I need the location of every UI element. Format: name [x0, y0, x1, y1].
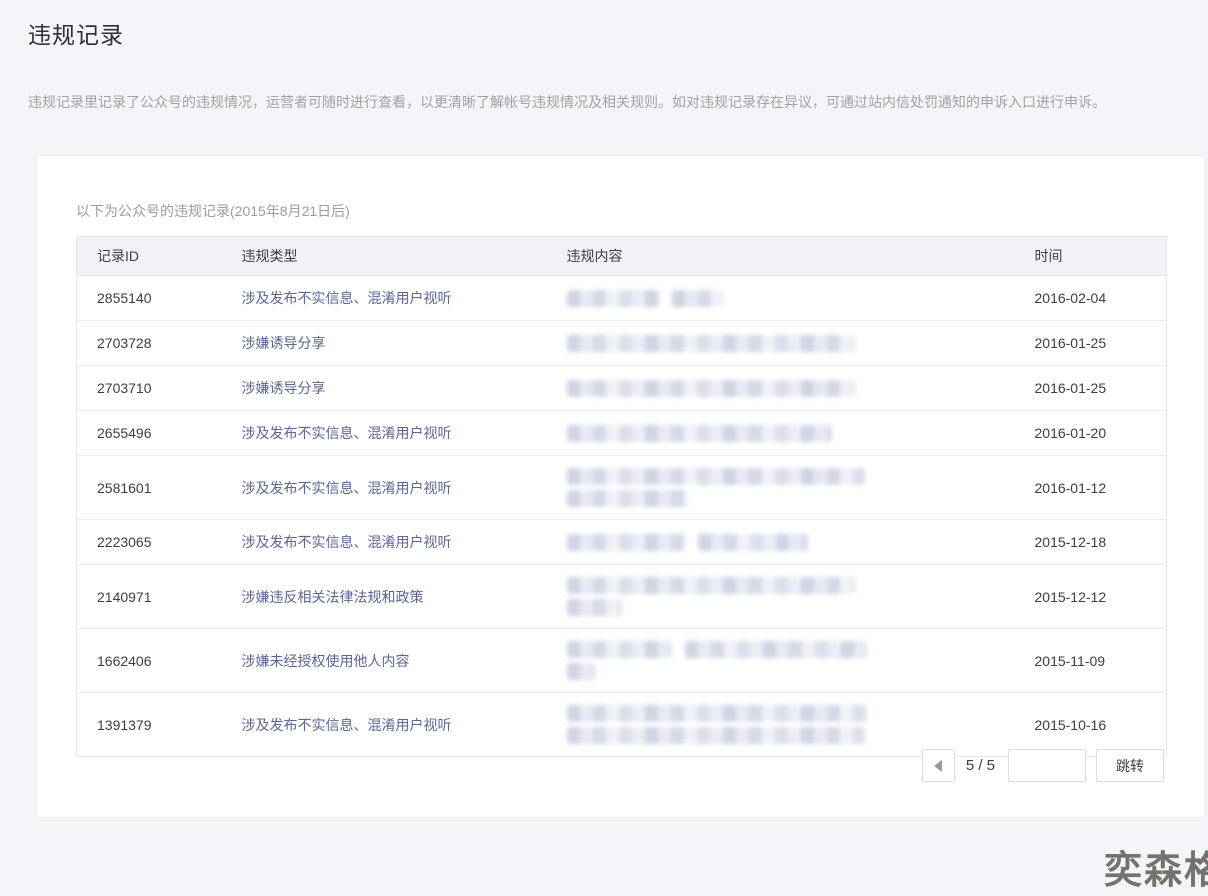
redacted-content-line: [567, 335, 1005, 352]
record-id: 2655496: [77, 411, 222, 456]
redacted-content-segment: [567, 577, 855, 594]
violation-type-link[interactable]: 涉及发布不实信息、混淆用户视听: [242, 480, 452, 496]
watermark-logo: 奕森格: [1104, 839, 1208, 894]
violation-date: 2016-01-25: [1015, 321, 1167, 366]
violation-content-cell: [547, 411, 1015, 456]
violation-records-card: 以下为公众号的违规记录(2015年8月21日后) 记录ID 违规类型 违规内容 …: [36, 155, 1206, 818]
redacted-content-line: [567, 641, 1005, 658]
table-row: 2655496 涉及发布不实信息、混淆用户视听 2016-01-20: [77, 411, 1167, 456]
violation-content-cell: [547, 276, 1015, 321]
table-row: 2223065 涉及发布不实信息、混淆用户视听 2015-12-18: [77, 520, 1167, 565]
page-description: 违规记录里记录了公众号的违规情况，运营者可随时进行查看，以更清晰了解帐号违规情况…: [28, 92, 1180, 112]
record-id: 2140971: [77, 565, 222, 629]
violation-content-cell: [547, 321, 1015, 366]
redacted-content-segment: [567, 335, 855, 352]
redacted-content-segment: [698, 534, 808, 551]
redacted-content-segment: [567, 490, 687, 507]
violation-content-cell: [547, 456, 1015, 520]
page-title: 违规记录: [28, 16, 1180, 50]
column-header-violation-content: 违规内容: [547, 237, 1015, 276]
table-row: 2140971 涉嫌违反相关法律法规和政策 2015-12-12: [77, 565, 1167, 629]
record-id: 1391379: [77, 693, 222, 757]
previous-page-button[interactable]: [922, 749, 955, 782]
table-row: 1662406 涉嫌未经授权使用他人内容 2015-11-09: [77, 629, 1167, 693]
redacted-content-segment: [567, 290, 659, 307]
redacted-content-segment: [567, 425, 832, 442]
redacted-content-segment: [672, 290, 724, 307]
table-row: 1391379 涉及发布不实信息、混淆用户视听 2015-10-16: [77, 693, 1167, 757]
redacted-content-segment: [567, 663, 595, 680]
table-row: 2581601 涉及发布不实信息、混淆用户视听 2016-01-12: [77, 456, 1167, 520]
table-row: 2703710 涉嫌诱导分享 2016-01-25: [77, 366, 1167, 411]
redacted-content-segment: [685, 641, 867, 658]
redacted-content-segment: [567, 641, 672, 658]
violation-date: 2016-02-04: [1015, 276, 1167, 321]
violation-type-link[interactable]: 涉及发布不实信息、混淆用户视听: [242, 425, 452, 441]
redacted-content-segment: [567, 705, 867, 722]
table-row: 2855140 涉及发布不实信息、混淆用户视听 2016-02-04: [77, 276, 1167, 321]
table-header-row: 记录ID 违规类型 违规内容 时间: [77, 237, 1167, 276]
violation-date: 2015-12-18: [1015, 520, 1167, 565]
column-header-time: 时间: [1015, 237, 1167, 276]
redacted-content-line: [567, 599, 1005, 616]
violation-table-body: 2855140 涉及发布不实信息、混淆用户视听 2016-02-04 27037…: [77, 276, 1167, 757]
violation-type-link[interactable]: 涉嫌诱导分享: [242, 335, 326, 351]
redacted-content-segment: [567, 380, 855, 397]
redacted-content-line: [567, 534, 1005, 551]
violation-type-link[interactable]: 涉及发布不实信息、混淆用户视听: [242, 534, 452, 550]
violation-content-cell: [547, 693, 1015, 757]
redacted-content-line: [567, 290, 1005, 307]
column-header-record-id: 记录ID: [77, 237, 222, 276]
redacted-content-line: [567, 490, 1005, 507]
page-header: 违规记录 违规记录里记录了公众号的违规情况，运营者可随时进行查看，以更清晰了解帐…: [0, 0, 1208, 112]
redacted-content-segment: [567, 599, 622, 616]
redacted-content-line: [567, 380, 1005, 397]
redacted-content-line: [567, 727, 1005, 744]
record-id: 1662406: [77, 629, 222, 693]
record-id: 2703710: [77, 366, 222, 411]
table-row: 2703728 涉嫌诱导分享 2016-01-25: [77, 321, 1167, 366]
redacted-content-segment: [567, 534, 685, 551]
left-triangle-icon: [934, 760, 942, 772]
redacted-content-line: [567, 425, 1005, 442]
violation-date: 2016-01-12: [1015, 456, 1167, 520]
redacted-content-line: [567, 468, 1005, 485]
violation-content-cell: [547, 366, 1015, 411]
redacted-content-line: [567, 577, 1005, 594]
violation-records-table: 记录ID 违规类型 违规内容 时间 2855140 涉及发布不实信息、混淆用户视…: [76, 236, 1167, 757]
record-id: 2581601: [77, 456, 222, 520]
record-id: 2855140: [77, 276, 222, 321]
violation-type-link[interactable]: 涉嫌未经授权使用他人内容: [242, 653, 410, 669]
column-header-violation-type: 违规类型: [222, 237, 547, 276]
redacted-content-segment: [567, 468, 865, 485]
page-jump-input[interactable]: [1008, 749, 1086, 782]
page-jump-button[interactable]: 跳转: [1096, 749, 1164, 782]
violation-date: 2016-01-25: [1015, 366, 1167, 411]
page-indicator: 5 / 5: [966, 757, 995, 774]
violation-date: 2015-12-12: [1015, 565, 1167, 629]
violation-content-cell: [547, 629, 1015, 693]
record-id: 2223065: [77, 520, 222, 565]
records-scope-note: 以下为公众号的违规记录(2015年8月21日后): [76, 201, 1166, 221]
redacted-content-segment: [567, 727, 865, 744]
violation-content-cell: [547, 565, 1015, 629]
violation-type-link[interactable]: 涉及发布不实信息、混淆用户视听: [242, 717, 452, 733]
record-id: 2703728: [77, 321, 222, 366]
violation-date: 2015-10-16: [1015, 693, 1167, 757]
violation-type-link[interactable]: 涉嫌诱导分享: [242, 380, 326, 396]
violation-type-link[interactable]: 涉嫌违反相关法律法规和政策: [242, 589, 424, 605]
violation-type-link[interactable]: 涉及发布不实信息、混淆用户视听: [242, 290, 452, 306]
redacted-content-line: [567, 705, 1005, 722]
violation-date: 2016-01-20: [1015, 411, 1167, 456]
violation-date: 2015-11-09: [1015, 629, 1167, 693]
violation-content-cell: [547, 520, 1015, 565]
redacted-content-line: [567, 663, 1005, 680]
pagination: 5 / 5 跳转: [922, 749, 1164, 782]
